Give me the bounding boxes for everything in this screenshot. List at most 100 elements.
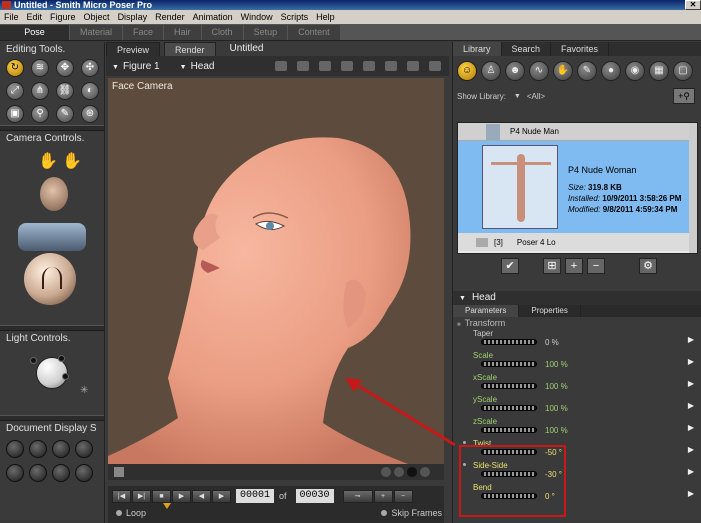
last-frame-icon[interactable]: ▶|	[132, 489, 151, 503]
stop-icon[interactable]: ■	[152, 489, 171, 503]
menu-window[interactable]: Window	[237, 12, 277, 22]
camera-trackball[interactable]	[24, 253, 76, 305]
menu-help[interactable]: Help	[312, 12, 339, 22]
param-dial[interactable]	[481, 427, 537, 433]
param-value[interactable]: -50 °	[545, 448, 562, 457]
skip-frames-option[interactable]: Skip Frames	[377, 508, 442, 518]
translate-tool-icon[interactable]: ✥	[56, 59, 74, 77]
tab-content[interactable]: Content	[288, 25, 341, 40]
bulb-icon[interactable]	[429, 61, 441, 71]
hands-category-icon[interactable]: ✋	[553, 61, 573, 81]
menu-figure[interactable]: Figure	[46, 12, 80, 22]
param-value[interactable]: -30 °	[545, 470, 562, 479]
chevron-right-icon[interactable]: ▶	[688, 423, 694, 432]
color-dot[interactable]	[420, 467, 430, 477]
color-dot[interactable]	[381, 467, 391, 477]
library-scrollbar[interactable]	[689, 123, 697, 253]
light-indicator[interactable]	[58, 355, 65, 362]
menu-object[interactable]: Object	[80, 12, 114, 22]
remove-from-library-icon[interactable]: −	[587, 258, 605, 274]
translate-in-out-icon[interactable]: ✣	[81, 59, 99, 77]
add-key-icon[interactable]: +	[373, 489, 393, 503]
param-value[interactable]: 0 °	[545, 492, 555, 501]
menu-edit[interactable]: Edit	[23, 12, 47, 22]
param-dial[interactable]	[481, 361, 537, 367]
figure-icon[interactable]	[407, 61, 419, 71]
next-frame-icon[interactable]: ▶	[212, 489, 231, 503]
tab-cloth[interactable]: Cloth	[201, 25, 244, 40]
tab-face[interactable]: Face	[123, 25, 165, 40]
actor-select[interactable]: Head	[174, 61, 215, 72]
figure-select[interactable]: Figure 1	[106, 61, 160, 72]
param-dial[interactable]	[481, 405, 537, 411]
chevron-right-icon[interactable]: ▶	[688, 489, 694, 498]
close-icon[interactable]: ✕	[685, 0, 701, 10]
loop-radio[interactable]	[116, 510, 122, 516]
list-item[interactable]: P4 Nude Man	[458, 123, 697, 141]
library-menu-icon[interactable]: ⚙	[639, 258, 657, 274]
materials-category-icon[interactable]: ▦	[649, 61, 669, 81]
param-dial[interactable]	[481, 493, 537, 499]
tab-search[interactable]: Search	[502, 42, 552, 56]
chevron-right-icon[interactable]: ▶	[688, 335, 694, 344]
lips-icon[interactable]	[275, 61, 287, 71]
param-dial[interactable]	[481, 471, 537, 477]
chevron-down-icon[interactable]: ▼	[514, 93, 521, 100]
twist-tool-icon[interactable]: ≋	[31, 59, 49, 77]
color-dot[interactable]	[394, 467, 404, 477]
scale-tool-icon[interactable]: ⤢	[6, 82, 24, 100]
tab-hair[interactable]: Hair	[164, 25, 202, 40]
remove-key-icon[interactable]: −	[393, 489, 413, 503]
tab-pose[interactable]: Pose	[0, 25, 70, 40]
tab-render[interactable]: Render	[164, 42, 216, 56]
show-library-select[interactable]: <All>	[527, 92, 545, 101]
chevron-right-icon[interactable]: ▶	[688, 445, 694, 454]
param-value[interactable]: 100 %	[545, 382, 568, 391]
chain-break-icon[interactable]: ⛓	[56, 82, 74, 100]
chevron-right-icon[interactable]: ▶	[688, 379, 694, 388]
color-tool-icon[interactable]: ◐	[81, 82, 99, 100]
rotate-tool-icon[interactable]: ↻	[6, 59, 24, 77]
chevron-right-icon[interactable]: ▶	[688, 467, 694, 476]
param-value[interactable]: 100 %	[545, 360, 568, 369]
total-frames-field[interactable]: 00030	[295, 489, 334, 503]
light-indicator[interactable]	[62, 373, 69, 380]
add-runtime-icon[interactable]: +⚲	[673, 88, 695, 104]
display-style-ball[interactable]	[75, 464, 93, 482]
display-style-ball[interactable]	[52, 464, 70, 482]
param-dial[interactable]	[481, 383, 537, 389]
param-dial[interactable]	[481, 339, 537, 345]
menu-scripts[interactable]: Scripts	[277, 12, 313, 22]
props-category-icon[interactable]: ✎	[577, 61, 597, 81]
tab-material[interactable]: Material	[70, 25, 124, 40]
transform-group[interactable]: Transform	[453, 317, 701, 329]
taper-tool-icon[interactable]: ⋔	[31, 82, 49, 100]
face-camera-icon[interactable]	[40, 177, 68, 211]
param-dial[interactable]	[481, 449, 537, 455]
chevron-right-icon[interactable]: ▶	[688, 357, 694, 366]
ground-icon[interactable]	[114, 467, 124, 477]
box-icon[interactable]	[363, 61, 375, 71]
morph-brush-icon[interactable]: ✎	[56, 105, 74, 123]
key-icon[interactable]: ⊸	[342, 489, 373, 503]
selected-list-item[interactable]: P4 Nude Woman Size: 319.8 KB Installed: …	[458, 141, 697, 233]
cameras-category-icon[interactable]: ◉	[625, 61, 645, 81]
sun-icon[interactable]: ✳	[80, 385, 88, 396]
param-value[interactable]: 100 %	[545, 426, 568, 435]
view-magnifier-icon[interactable]: ⚲	[31, 105, 49, 123]
display-style-ball[interactable]	[6, 464, 24, 482]
skip-frames-radio[interactable]	[381, 510, 388, 516]
tab-library[interactable]: Library	[453, 42, 502, 56]
camera-icon[interactable]	[319, 61, 331, 71]
display-style-ball[interactable]	[29, 440, 47, 458]
add-to-library-icon[interactable]: +	[565, 258, 583, 274]
current-frame-field[interactable]: 00001	[236, 489, 274, 503]
tab-favorites[interactable]: Favorites	[551, 42, 610, 56]
param-value[interactable]: 0 %	[545, 338, 559, 347]
chevron-right-icon[interactable]: ▶	[688, 401, 694, 410]
light-indicator[interactable]	[30, 357, 37, 364]
display-style-ball[interactable]	[75, 440, 93, 458]
clothes-icon[interactable]	[297, 61, 309, 71]
color-dot[interactable]	[407, 467, 417, 477]
param-value[interactable]: 100 %	[545, 404, 568, 413]
